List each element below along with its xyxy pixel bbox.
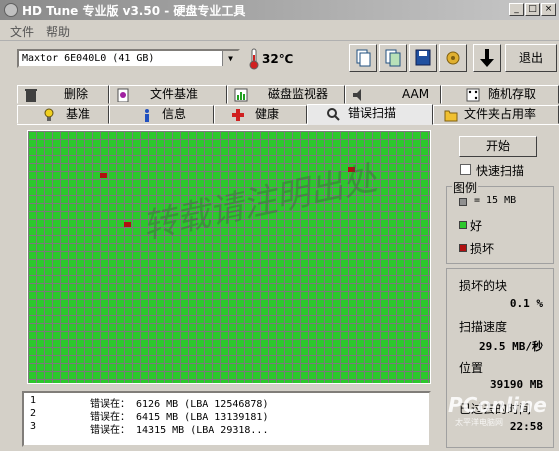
legend-good: 好 — [470, 219, 483, 233]
folder-icon — [444, 110, 458, 122]
tab-aam[interactable]: AAM — [345, 85, 441, 104]
menu-help[interactable]: 帮助 — [46, 23, 70, 40]
tab-random-access[interactable]: 随机存取 — [441, 85, 559, 104]
menu-bar: 文件 帮助 — [0, 20, 559, 41]
block-size-swatch — [459, 198, 467, 206]
error-log[interactable]: 1 错误在： 6126 MB (LBA 12546878) 2 错误在： 641… — [22, 391, 431, 447]
save-button[interactable] — [409, 44, 437, 72]
thermometer-icon — [249, 48, 259, 70]
start-button[interactable]: 开始 — [459, 136, 537, 157]
bad-swatch — [459, 244, 467, 252]
chevron-down-icon[interactable]: ▼ — [222, 51, 238, 66]
menu-file[interactable]: 文件 — [10, 23, 34, 40]
title-bar: HD Tune 专业版 v3.50 - 硬盘专业工具 _ □ × — [0, 0, 559, 20]
options-button[interactable] — [439, 44, 467, 72]
options-hand-icon — [446, 51, 460, 65]
pconline-watermark-sub: 太平洋电脑网 — [455, 418, 503, 427]
scan-speed-label: 扫描速度 — [459, 320, 508, 334]
info-icon — [145, 109, 149, 122]
maximize-button[interactable]: □ — [525, 3, 540, 16]
damaged-blocks-label: 损坏的块 — [459, 279, 508, 293]
quick-scan-checkbox[interactable] — [460, 164, 471, 175]
tab-benchmark[interactable]: 基准 — [17, 105, 109, 124]
red-cross-icon — [232, 109, 244, 121]
tab-health[interactable]: 健康 — [214, 105, 307, 124]
trash-icon — [25, 89, 37, 102]
copy-screenshot-icon — [385, 49, 401, 67]
exit-button[interactable]: 退出 — [505, 44, 557, 72]
temperature-readout: 32℃ — [262, 52, 294, 66]
tab-erase[interactable]: 删除 — [17, 85, 109, 104]
scan-speed-value: 29.5 MB/秒 — [479, 340, 543, 353]
file-benchmark-icon — [117, 88, 129, 102]
good-swatch — [459, 221, 467, 229]
download-button[interactable] — [473, 44, 501, 72]
speaker-icon — [353, 89, 361, 101]
random-access-icon — [466, 88, 480, 102]
copy-screenshot-button[interactable] — [379, 44, 407, 72]
copy-text-button[interactable] — [349, 44, 377, 72]
monitor-chart-icon — [234, 88, 248, 102]
legend-bad: 损坏 — [470, 242, 495, 256]
magnifier-icon — [327, 108, 340, 121]
legend-title: 图例 — [452, 179, 479, 196]
position-value: 39190 MB — [490, 378, 543, 391]
quick-scan-label: 快速扫描 — [476, 164, 525, 178]
legend-block-size: = 15 MB — [474, 195, 517, 206]
close-button[interactable]: × — [541, 3, 556, 16]
tab-info[interactable]: 信息 — [109, 105, 214, 124]
tab-file-benchmark[interactable]: 文件基准 — [109, 85, 227, 104]
window-title: HD Tune 专业版 v3.50 - 硬盘专业工具 — [22, 4, 246, 18]
tab-error-scan[interactable]: 错误扫描 — [307, 104, 433, 125]
bad-block — [100, 173, 107, 178]
lightbulb-icon — [44, 108, 54, 121]
tab-folder-usage[interactable]: 文件夹占用率 — [433, 105, 559, 124]
bad-block — [124, 222, 131, 227]
copy-text-icon — [356, 49, 371, 67]
minimize-button[interactable]: _ — [509, 3, 524, 16]
drive-select-value: Maxtor 6E040L0 (41 GB) — [22, 53, 155, 64]
app-icon — [4, 3, 18, 17]
arrow-down-icon — [480, 49, 494, 67]
floppy-save-icon — [415, 49, 431, 66]
tab-disk-monitor[interactable]: 磁盘监视器 — [227, 85, 345, 104]
position-label: 位置 — [459, 361, 484, 375]
drive-select[interactable]: Maxtor 6E040L0 (41 GB) ▼ — [17, 49, 240, 68]
damaged-blocks-value: 0.1 % — [509, 297, 543, 310]
